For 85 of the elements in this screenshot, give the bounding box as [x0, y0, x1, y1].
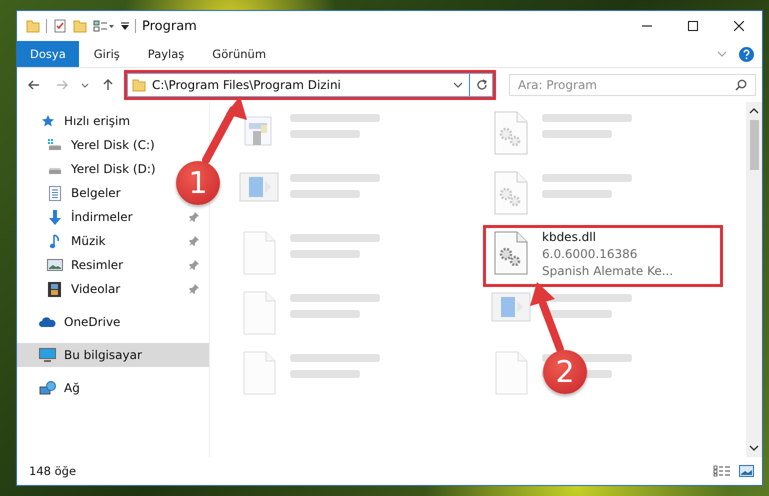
- file-detail: Spanish Alemate Ke...: [542, 263, 674, 280]
- sidebar-item[interactable]: Yerel Disk (D:): [17, 157, 166, 181]
- drive-icon: [46, 138, 62, 152]
- monitor-icon: [39, 348, 56, 362]
- blurred-text-bar: [542, 190, 612, 198]
- ribbon-tab[interactable]: Paylaş: [134, 41, 198, 67]
- sidebar-label: Videolar: [71, 282, 122, 296]
- sidebar-item[interactable]: OneDrive: [17, 310, 130, 334]
- sidebar-item[interactable]: Videolar: [17, 277, 209, 301]
- search-icon: [735, 79, 747, 91]
- gear-file-icon: [493, 111, 529, 155]
- sidebar-label: OneDrive: [64, 315, 120, 329]
- address-path: C:\Program Files\Program Dizini: [152, 78, 342, 92]
- sidebar-label: Yerel Disk (D:): [71, 162, 156, 176]
- sidebar-label: Belgeler: [71, 186, 121, 200]
- blank-file-icon: [242, 351, 276, 395]
- dropdown-caret-icon[interactable]: [453, 82, 463, 88]
- gear-file-icon: [493, 171, 529, 215]
- gear-file-icon: [493, 231, 529, 275]
- sidebar-label: Müzik: [71, 234, 107, 248]
- blurred-text-bar: [290, 310, 360, 318]
- address-field[interactable]: C:\Program Files\Program Dizini: [127, 73, 493, 97]
- sidebar-item[interactable]: İndirmeler: [17, 205, 209, 229]
- ribbon-tab[interactable]: Dosya: [17, 41, 79, 67]
- large-icons-view-icon[interactable]: [739, 465, 754, 477]
- blurred-text-bar: [542, 130, 612, 138]
- scrollbar-thumb[interactable]: [750, 120, 758, 170]
- arrow-annotation: [530, 282, 564, 353]
- caret-icon: [81, 82, 89, 88]
- sidebar-item[interactable]: Resimler: [17, 253, 209, 277]
- download-arrow-icon: [48, 210, 62, 224]
- blurred-text-bar: [290, 190, 360, 198]
- file-name: kbdes.dll: [542, 229, 597, 246]
- refresh-icon[interactable]: [476, 79, 488, 91]
- cloud-icon: [39, 316, 56, 328]
- file-item[interactable]: kbdes.dll 6.0.6000.16386 Spanish Alemate Ke...: [484, 226, 722, 286]
- search-field[interactable]: Ara: Program: [509, 74, 756, 96]
- folder-icon: [132, 78, 146, 92]
- installer-icon: [239, 171, 279, 203]
- sidebar-label: İndirmeler: [71, 210, 134, 224]
- customize-dropdown-icon[interactable]: [121, 21, 129, 31]
- picture-icon: [46, 259, 62, 271]
- ribbon-tab[interactable]: Görünüm: [199, 41, 280, 67]
- blank-file-icon: [242, 291, 276, 335]
- sidebar-item[interactable]: Ağ: [17, 376, 90, 400]
- sidebar-label: Bu bilgisayar: [64, 348, 143, 362]
- document-icon: [48, 186, 60, 200]
- back-arrow-icon: [28, 80, 40, 90]
- sidebar-label: Yerel Disk (C:): [71, 138, 155, 152]
- help-icon[interactable]: [739, 46, 754, 62]
- blurred-text-bar: [290, 370, 360, 378]
- blurred-text-bar: [290, 250, 360, 258]
- sidebar-item[interactable]: Müzik: [17, 229, 209, 253]
- installer-icon: [491, 291, 531, 323]
- up-arrow-icon: [103, 79, 113, 91]
- music-note-icon: [48, 234, 60, 248]
- film-icon: [48, 282, 61, 296]
- network-icon: [39, 380, 56, 396]
- blank-file-icon: [494, 351, 528, 395]
- window-title: Program: [142, 18, 197, 34]
- scrollbar[interactable]: [746, 102, 762, 457]
- sidebar-label: Ağ: [64, 381, 80, 395]
- view-dropdown-icon[interactable]: [93, 19, 115, 33]
- maximize-icon: [688, 21, 698, 31]
- blurred-text-bar: [290, 130, 360, 138]
- sidebar-label: Hızlı erişim: [64, 114, 130, 128]
- sidebar-item[interactable]: Hızlı erişim: [17, 109, 140, 133]
- sidebar-item[interactable]: Bu bilgisayar: [17, 343, 209, 367]
- forward-arrow-icon: [56, 80, 68, 90]
- file-detail: 6.0.6000.16386: [542, 246, 638, 263]
- blank-file-icon: [242, 231, 276, 275]
- properties-icon[interactable]: [53, 19, 67, 33]
- minimize-icon: [642, 25, 652, 27]
- sidebar-item[interactable]: Yerel Disk (C:): [17, 133, 165, 157]
- sidebar-item[interactable]: Belgeler: [17, 181, 131, 205]
- details-view-icon[interactable]: [713, 465, 731, 477]
- expand-ribbon-icon[interactable]: [717, 51, 727, 57]
- sidebar-label: Resimler: [71, 258, 124, 272]
- scroll-down-icon[interactable]: [749, 445, 759, 451]
- ribbon-tab[interactable]: Giriş: [80, 41, 133, 67]
- star-icon: [40, 114, 54, 128]
- close-icon: [734, 21, 744, 31]
- item-count: 148 öğe: [29, 464, 76, 478]
- arrow-annotation: [202, 96, 247, 164]
- scroll-up-icon[interactable]: [749, 108, 759, 114]
